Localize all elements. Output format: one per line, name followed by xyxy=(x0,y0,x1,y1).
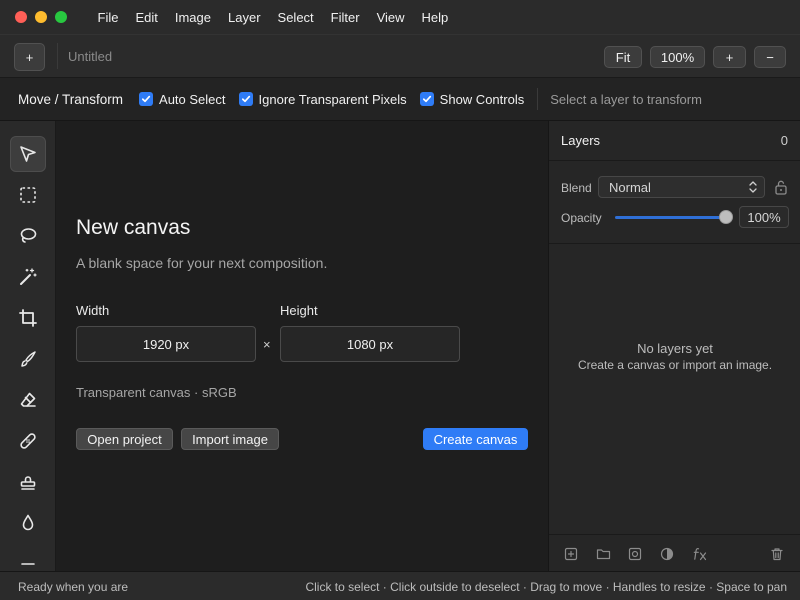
mask-icon[interactable] xyxy=(628,547,642,561)
marquee-tool-button[interactable] xyxy=(10,177,46,213)
new-canvas-subtitle: A blank space for your next composition. xyxy=(76,255,328,271)
healing-tool-icon xyxy=(20,433,36,449)
layers-title: Layers xyxy=(561,133,601,148)
eraser-tool-icon xyxy=(20,392,36,407)
ignore-transparent-checkbox[interactable]: Ignore Transparent Pixels xyxy=(238,91,407,107)
layers-panel-header: Layers 0 xyxy=(549,121,800,161)
create-canvas-button[interactable]: Create canvas xyxy=(423,428,528,450)
height-label: Height xyxy=(280,303,318,318)
menu-image[interactable]: Image xyxy=(166,10,219,25)
zoom-out-button[interactable]: − xyxy=(754,46,786,68)
opacity-label: Opacity xyxy=(561,211,602,225)
new-document-button[interactable]: + xyxy=(14,43,45,71)
tools-panel xyxy=(0,121,56,571)
magic-wand-button[interactable] xyxy=(10,259,46,295)
layers-footer xyxy=(549,534,800,571)
checkmark-icon xyxy=(139,92,154,106)
stamp-tool-button[interactable] xyxy=(10,464,46,500)
blur-tool-button[interactable] xyxy=(10,505,46,541)
tool-hint: Select a layer to transform xyxy=(550,91,702,107)
auto-select-label: Auto Select xyxy=(159,91,226,107)
checkmark-icon xyxy=(238,92,253,106)
menu-edit[interactable]: Edit xyxy=(127,10,166,25)
ignore-transparent-label: Ignore Transparent Pixels xyxy=(258,91,407,107)
layers-empty-title: No layers yet xyxy=(637,341,713,356)
canvas-area: New canvas A blank space for your next c… xyxy=(56,121,548,571)
healing-tool-button[interactable] xyxy=(10,423,46,459)
more-tool-button[interactable] xyxy=(10,546,46,571)
menu-help[interactable]: Help xyxy=(413,10,457,25)
menu-items: File Edit Image Layer Select Filter View… xyxy=(89,10,457,25)
blend-mode-value: Normal xyxy=(609,179,651,195)
fit-button[interactable]: Fit xyxy=(604,46,642,68)
crop-tool-icon xyxy=(19,309,37,327)
menu-select[interactable]: Select xyxy=(269,10,322,25)
blend-label: Blend xyxy=(561,181,592,195)
document-bar: + Untitled Fit 100% + − xyxy=(0,34,800,78)
status-bar: Ready when you are Click to select · Cli… xyxy=(0,571,800,600)
times-symbol: × xyxy=(263,337,271,352)
opacity-slider-track[interactable] xyxy=(615,216,727,219)
text-tool-icon xyxy=(21,563,35,565)
import-image-button[interactable]: Import image xyxy=(181,428,279,450)
crop-tool-button[interactable] xyxy=(10,300,46,336)
open-project-button[interactable]: Open project xyxy=(76,428,173,450)
menubar: File Edit Image Layer Select Filter View… xyxy=(0,0,800,34)
document-title: Untitled xyxy=(68,49,113,64)
add-layer-icon[interactable] xyxy=(564,547,578,561)
menu-layer[interactable]: Layer xyxy=(220,10,270,25)
lasso-tool-icon xyxy=(20,228,37,243)
adjustment-icon[interactable] xyxy=(660,547,674,561)
new-canvas-title: New canvas xyxy=(76,216,191,239)
menu-view[interactable]: View xyxy=(368,10,413,25)
status-message: Ready when you are xyxy=(18,580,129,594)
folder-icon[interactable] xyxy=(596,547,611,561)
zoom-window-button[interactable] xyxy=(55,11,67,23)
lock-icon[interactable] xyxy=(774,179,788,195)
options-divider xyxy=(537,88,539,110)
zoom-level-button[interactable]: 100% xyxy=(650,46,705,68)
brush-tool-button[interactable] xyxy=(10,341,46,377)
canvas-meta: Transparent canvas · sRGB xyxy=(76,385,237,400)
stamp-tool-icon xyxy=(20,476,36,490)
chevron-updown-icon xyxy=(749,181,757,193)
menu-filter[interactable]: Filter xyxy=(322,10,368,25)
tool-options-bar: Move / Transform Auto Select Ignore Tran… xyxy=(0,78,800,121)
active-tool-name: Move / Transform xyxy=(18,91,124,107)
width-input[interactable]: 1920 px xyxy=(76,326,256,362)
window-controls xyxy=(15,11,67,23)
eraser-tool-button[interactable] xyxy=(10,382,46,418)
zoom-in-button[interactable]: + xyxy=(713,46,746,68)
layers-panel: Layers 0 Blend Normal Opacity 100% No la… xyxy=(548,121,800,571)
close-window-button[interactable] xyxy=(15,11,27,23)
menu-file[interactable]: File xyxy=(89,10,127,25)
auto-select-checkbox[interactable]: Auto Select xyxy=(139,92,226,107)
layers-empty-subtitle: Create a canvas or import an image. xyxy=(577,358,773,372)
blend-mode-select[interactable]: Normal xyxy=(598,176,765,198)
marquee-tool-icon xyxy=(20,187,36,203)
checkmark-icon xyxy=(419,92,434,106)
magic-wand-icon xyxy=(20,268,37,285)
opacity-slider-thumb[interactable] xyxy=(719,210,733,224)
show-controls-checkbox[interactable]: Show Controls xyxy=(419,91,525,107)
trash-icon[interactable] xyxy=(770,547,784,561)
move-tool-button[interactable] xyxy=(10,136,46,172)
height-input[interactable]: 1080 px xyxy=(280,326,460,362)
width-label: Width xyxy=(76,303,110,318)
show-controls-label: Show Controls xyxy=(439,91,525,107)
opacity-input[interactable]: 100% xyxy=(739,206,789,228)
lasso-tool-button[interactable] xyxy=(10,218,46,254)
brush-tool-icon xyxy=(21,351,36,367)
effects-icon[interactable] xyxy=(692,547,708,561)
docbar-divider xyxy=(57,43,58,69)
minimize-window-button[interactable] xyxy=(35,11,47,23)
layers-divider xyxy=(549,243,800,244)
blur-tool-icon xyxy=(22,514,34,531)
layers-count: 0 xyxy=(780,133,788,148)
move-tool-icon xyxy=(20,146,36,162)
status-shortcuts: Click to select · Click outside to desel… xyxy=(305,580,787,594)
